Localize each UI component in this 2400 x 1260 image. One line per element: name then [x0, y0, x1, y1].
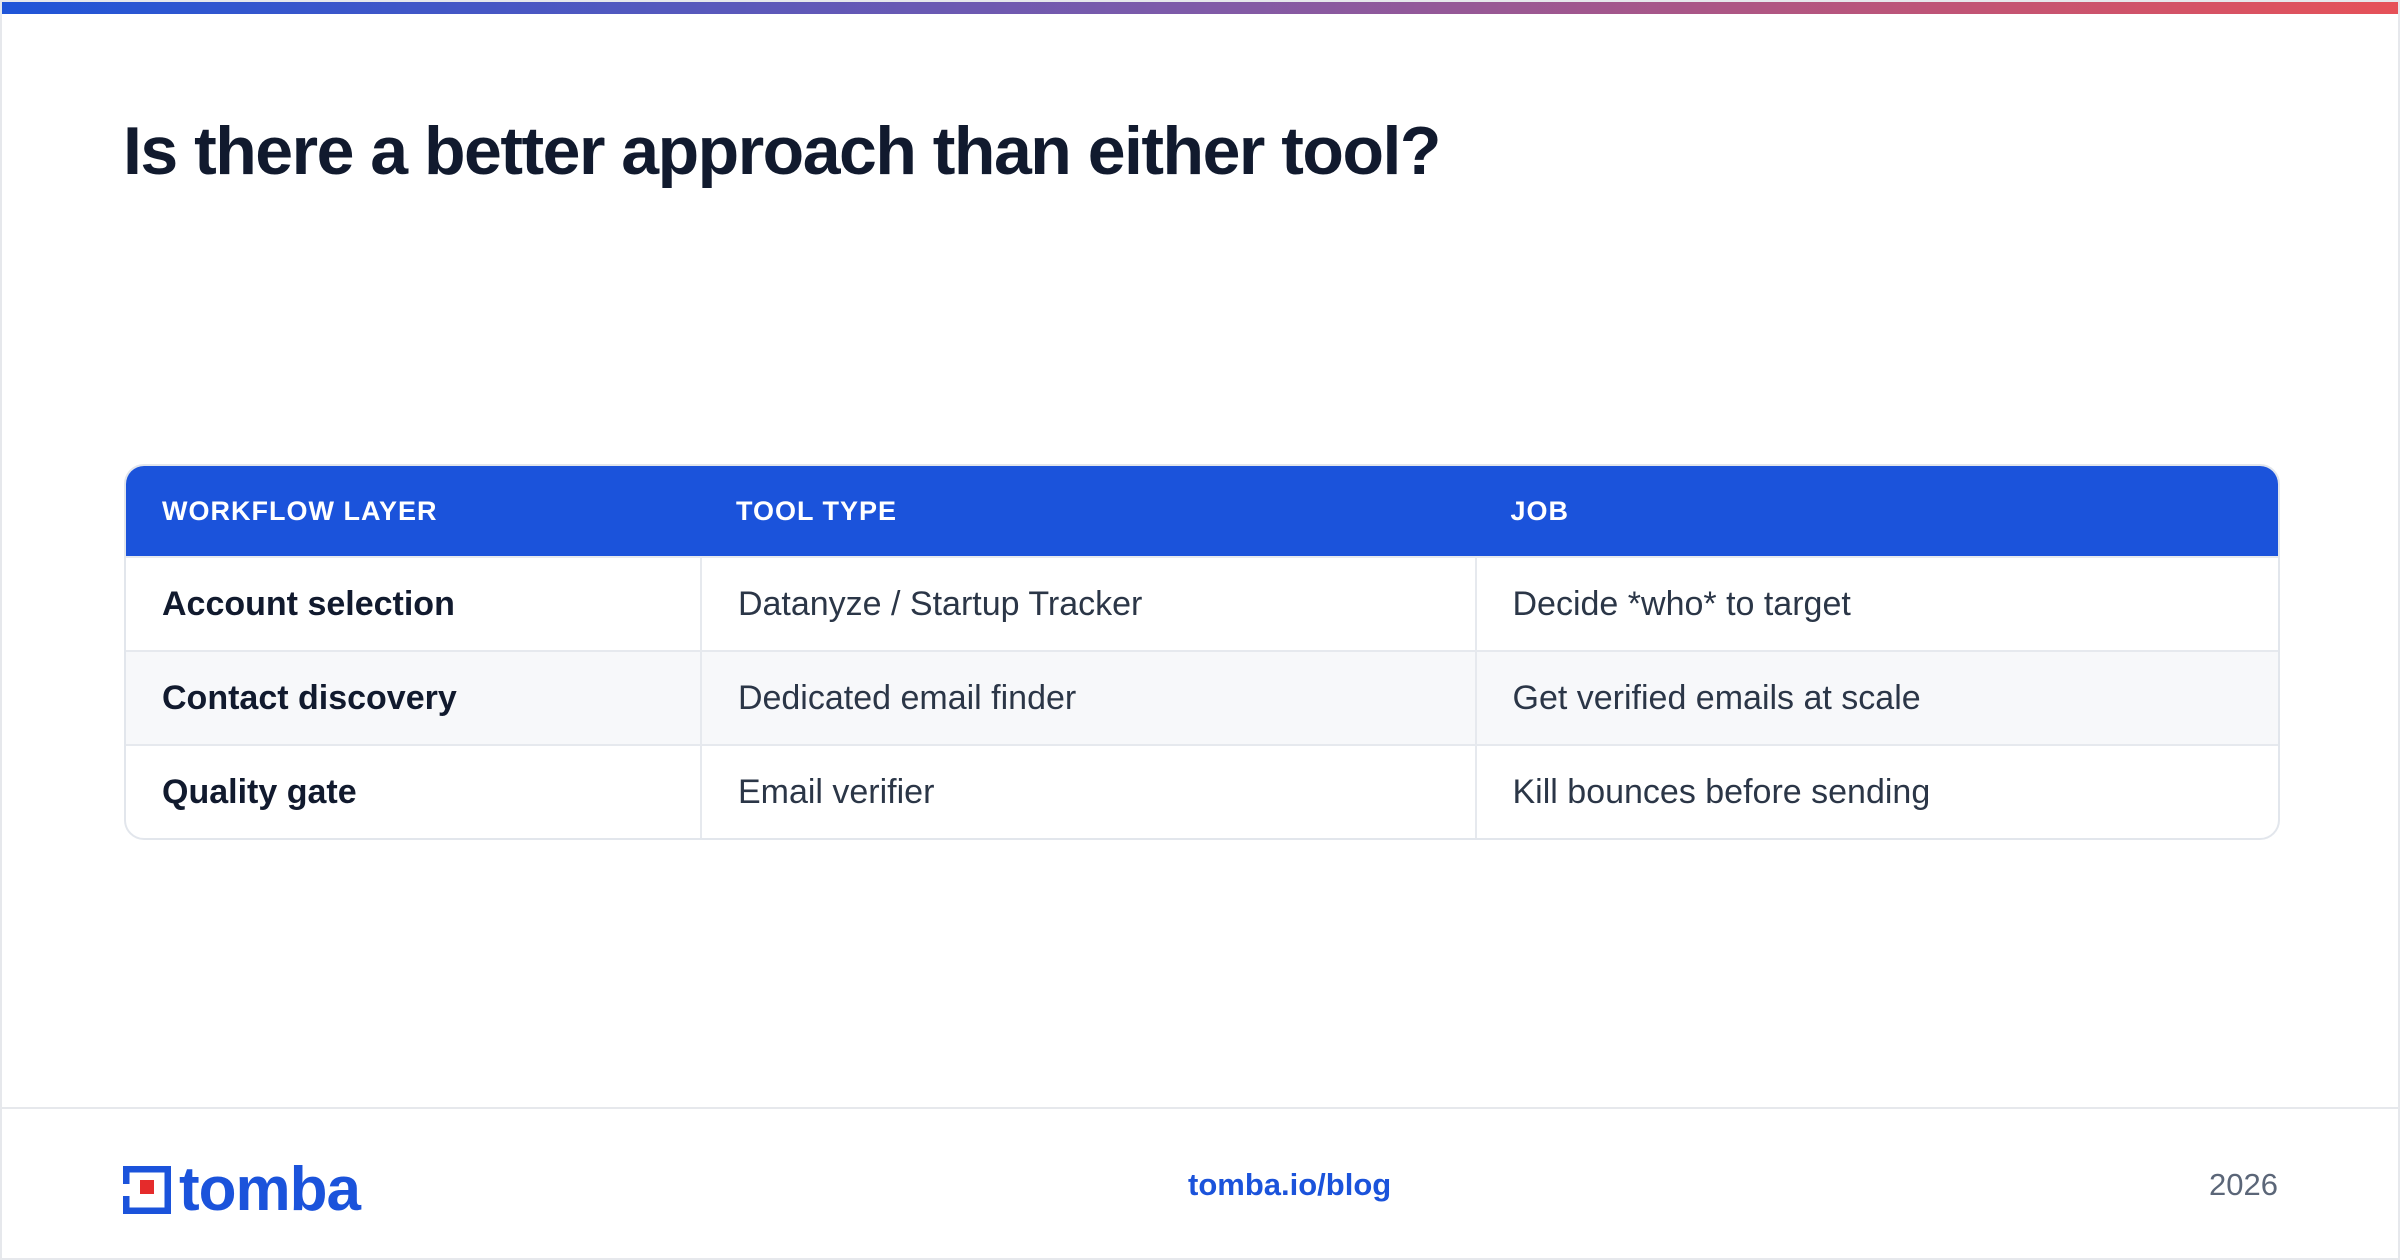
- slide: Is there a better approach than either t…: [0, 0, 2400, 1260]
- cell-workflow-layer: Quality gate: [162, 772, 357, 811]
- cell-job: Kill bounces before sending: [1474, 746, 2279, 838]
- footer-year: 2026: [2209, 1167, 2278, 1202]
- tomba-logo-icon: [123, 1166, 171, 1214]
- page-title: Is there a better approach than either t…: [123, 113, 1441, 189]
- cell-tool-type: Dedicated email finder: [699, 652, 1475, 744]
- workflow-table: WORKFLOW LAYER TOOL TYPE JOB Account sel…: [124, 464, 2280, 840]
- cell-workflow-layer: Account selection: [162, 584, 455, 623]
- table-row: Contact discovery Dedicated email finder…: [126, 650, 2278, 744]
- cell-tool-type: Datanyze / Startup Tracker: [699, 558, 1475, 650]
- column-header-tool-type: TOOL TYPE: [735, 495, 897, 526]
- top-gradient-bar: [2, 2, 2398, 14]
- cell-job: Get verified emails at scale: [1474, 652, 2279, 744]
- tomba-logo: tomba: [123, 1155, 361, 1224]
- logo-wordmark: tomba: [179, 1155, 361, 1224]
- table-row: Account selection Datanyze / Startup Tra…: [126, 556, 2278, 650]
- column-header-job: JOB: [1510, 495, 1570, 526]
- column-header-workflow-layer: WORKFLOW LAYER: [162, 495, 438, 526]
- cell-job: Decide *who* to target: [1474, 558, 2279, 650]
- table-header: WORKFLOW LAYER TOOL TYPE JOB: [126, 466, 2278, 556]
- cell-workflow-layer: Contact discovery: [162, 678, 457, 717]
- footer-divider: [2, 1107, 2398, 1109]
- table-row: Quality gate Email verifier Kill bounces…: [126, 744, 2278, 838]
- cell-tool-type: Email verifier: [699, 746, 1475, 838]
- blog-link[interactable]: tomba.io/blog: [1188, 1167, 1391, 1203]
